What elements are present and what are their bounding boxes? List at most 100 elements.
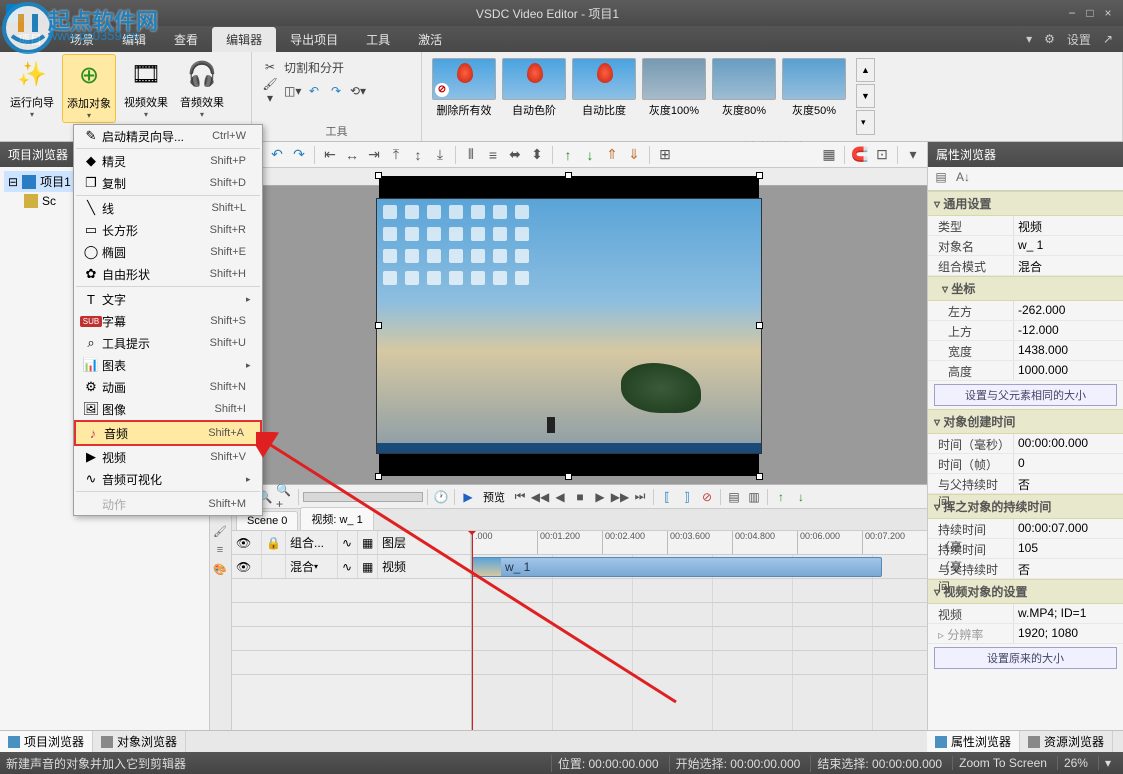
dd-item-15[interactable]: ∿音频可视化▸ bbox=[74, 468, 262, 490]
tl-layer-up-icon[interactable]: ▤ bbox=[725, 488, 743, 506]
tl-track-1[interactable]: w_ 1 bbox=[472, 555, 927, 579]
dd-item-10[interactable]: 📊图表▸ bbox=[74, 354, 262, 376]
tab-export[interactable]: 导出项目 bbox=[276, 27, 352, 52]
tl-play-icon[interactable]: ▶ bbox=[459, 488, 477, 506]
group-icon[interactable]: ⊞ bbox=[655, 145, 675, 165]
tl-step-back-icon[interactable]: ◀ bbox=[551, 488, 569, 506]
styles-expand-icon[interactable]: ▾ bbox=[856, 110, 875, 135]
canvas[interactable] bbox=[210, 168, 927, 484]
clip-w1[interactable]: w_ 1 bbox=[472, 557, 882, 577]
tl-clock-icon[interactable]: 🕐 bbox=[432, 488, 450, 506]
tab-tools[interactable]: 工具 bbox=[352, 27, 404, 52]
brush-icon[interactable]: 🖌▾ bbox=[262, 77, 278, 105]
distribute-v-icon[interactable]: ≡ bbox=[483, 145, 503, 165]
tab-project[interactable]: 项目 bbox=[4, 27, 56, 52]
prop-blend-mode[interactable]: 组合模式混合 bbox=[928, 256, 1123, 276]
cut-split-button[interactable]: ✂切割和分开 bbox=[262, 56, 411, 78]
handle-bm[interactable] bbox=[565, 473, 572, 480]
style-gray-50[interactable]: 灰度50% bbox=[782, 58, 846, 118]
tl-first-icon[interactable]: ⏮ bbox=[511, 488, 529, 506]
align-bottom-icon[interactable]: ⤓ bbox=[430, 145, 450, 165]
prop-width[interactable]: 宽度1438.000 bbox=[928, 341, 1123, 361]
tl-zoom-slider[interactable] bbox=[303, 492, 423, 502]
tab-object-browser[interactable]: 对象浏览器 bbox=[93, 731, 186, 752]
status-zoom-label[interactable]: Zoom To Screen bbox=[952, 756, 1053, 770]
redo-icon[interactable]: ↷ bbox=[289, 145, 309, 165]
styles-scroll-up-icon[interactable]: ▲ bbox=[856, 58, 875, 82]
tl-layer-down-icon[interactable]: ▥ bbox=[745, 488, 763, 506]
align-left-icon[interactable]: ⇤ bbox=[320, 145, 340, 165]
tab-scene[interactable]: 场景 bbox=[56, 27, 108, 52]
styles-scroll-down-icon[interactable]: ▼ bbox=[856, 84, 875, 108]
align-center-h-icon[interactable]: ↔ bbox=[342, 145, 362, 165]
video-preview[interactable] bbox=[376, 198, 762, 454]
dd-item-0[interactable]: ✎启动精灵向导...Ctrl+W bbox=[74, 125, 262, 147]
tl-track-empty-4[interactable] bbox=[232, 651, 471, 675]
tl-prev-icon[interactable]: ◀◀ bbox=[531, 488, 549, 506]
prop-original-size-button[interactable]: 设置原来的大小 bbox=[934, 647, 1117, 669]
audio-effects-button[interactable]: 🎧 音频效果 ▾ bbox=[176, 54, 228, 121]
help-dropdown-icon[interactable]: ▾ bbox=[1020, 32, 1038, 46]
prop-duration-ms[interactable]: 持续时间（毫00:00:07.000 bbox=[928, 519, 1123, 539]
tab-editor[interactable]: 编辑器 bbox=[212, 27, 276, 52]
prop-time-ms[interactable]: 时间（毫秒）00:00:00.000 bbox=[928, 434, 1123, 454]
tl-step-fwd-icon[interactable]: ▶ bbox=[591, 488, 609, 506]
tab-resources[interactable]: 资源浏览器 bbox=[1020, 731, 1113, 752]
align-right-icon[interactable]: ⇥ bbox=[364, 145, 384, 165]
rotate-right-icon[interactable]: ↷ bbox=[328, 84, 344, 98]
minimize-button[interactable]: − bbox=[1063, 6, 1081, 20]
drop-tool-icon[interactable]: ▾ bbox=[903, 145, 923, 165]
tab-properties[interactable]: 属性浏览器 bbox=[927, 731, 1020, 752]
tl-zoom-in-icon[interactable]: 🔍+ bbox=[276, 488, 294, 506]
tl-next-icon[interactable]: ▶▶ bbox=[611, 488, 629, 506]
handle-bl[interactable] bbox=[375, 473, 382, 480]
close-button[interactable]: × bbox=[1099, 6, 1117, 20]
settings-gear-icon[interactable]: ⚙ bbox=[1038, 32, 1061, 46]
dd-item-7[interactable]: T文字▸ bbox=[74, 288, 262, 310]
tab-project-browser[interactable]: 项目浏览器 bbox=[0, 731, 93, 752]
dd-item-3[interactable]: ╲线Shift+L bbox=[74, 197, 262, 219]
tl-arrow-up-icon[interactable]: ↑ bbox=[772, 488, 790, 506]
tl-track-empty-3[interactable] bbox=[232, 627, 471, 651]
tl-mark-in-icon[interactable]: ⟦ bbox=[658, 488, 676, 506]
crop-icon[interactable]: ◫▾ bbox=[284, 84, 300, 98]
lock-icon[interactable]: 🔒 bbox=[266, 536, 281, 550]
rotate-left-icon[interactable]: ↶ bbox=[306, 84, 322, 98]
send-back-icon[interactable]: ↓ bbox=[580, 145, 600, 165]
prop-section-duration[interactable]: ▿ 挥之对象的持续时间 bbox=[928, 494, 1123, 519]
style-gray-100[interactable]: 灰度100% bbox=[642, 58, 706, 118]
tl-tool-brush-icon[interactable]: 🖌 bbox=[212, 525, 228, 541]
tab-edit[interactable]: 编辑 bbox=[108, 27, 160, 52]
tab-activate[interactable]: 激活 bbox=[404, 27, 456, 52]
align-middle-v-icon[interactable]: ↕ bbox=[408, 145, 428, 165]
prop-parent-size-button[interactable]: 设置与父元素相同的大小 bbox=[934, 384, 1117, 406]
prop-video-file[interactable]: 视频w.MP4; ID=1 bbox=[928, 604, 1123, 624]
tl-tool-levels-icon[interactable]: ≡ bbox=[212, 544, 228, 560]
dd-item-13[interactable]: ♪音频Shift+A bbox=[76, 422, 260, 444]
style-remove-all[interactable]: ⊘删除所有效 bbox=[432, 58, 496, 118]
handle-br[interactable] bbox=[756, 473, 763, 480]
grid-icon[interactable]: ▦ bbox=[819, 145, 839, 165]
prop-resolution[interactable]: ▹ 分辨率1920; 1080 bbox=[928, 624, 1123, 644]
dd-item-1[interactable]: ◆精灵Shift+P bbox=[74, 150, 262, 172]
prop-type[interactable]: 类型视频 bbox=[928, 216, 1123, 236]
align-top-icon[interactable]: ⤒ bbox=[386, 145, 406, 165]
timeline-tracks[interactable]: .000 00:01.200 00:02.400 00:03.600 00:04… bbox=[472, 531, 927, 730]
dd-item-6[interactable]: ✿自由形状Shift+H bbox=[74, 263, 262, 285]
video-track-icon[interactable]: ▦ bbox=[362, 560, 373, 574]
tl-last-icon[interactable]: ⏭ bbox=[631, 488, 649, 506]
audio-track-icon[interactable]: ∿ bbox=[342, 560, 352, 574]
tl-arrow-down-icon[interactable]: ↓ bbox=[792, 488, 810, 506]
tl-track-empty-1[interactable] bbox=[232, 579, 471, 603]
prop-section-general[interactable]: ▿ 通用设置 bbox=[928, 191, 1123, 216]
same-width-icon[interactable]: ⬌ bbox=[505, 145, 525, 165]
dd-item-4[interactable]: ▭长方形Shift+R bbox=[74, 219, 262, 241]
style-auto-levels[interactable]: 自动色阶 bbox=[502, 58, 566, 118]
video-effects-button[interactable]: 🎞 视频效果 ▾ bbox=[120, 54, 172, 121]
prop-section-coords[interactable]: ▿ 坐标 bbox=[928, 276, 1123, 301]
prop-parent-duration-2[interactable]: 与父持续时间否 bbox=[928, 559, 1123, 579]
prop-section-video[interactable]: ▿ 视频对象的设置 bbox=[928, 579, 1123, 604]
prop-categorize-icon[interactable]: ▤ bbox=[932, 170, 950, 188]
style-gray-80[interactable]: 灰度80% bbox=[712, 58, 776, 118]
tl-stop-icon[interactable]: ■ bbox=[571, 488, 589, 506]
